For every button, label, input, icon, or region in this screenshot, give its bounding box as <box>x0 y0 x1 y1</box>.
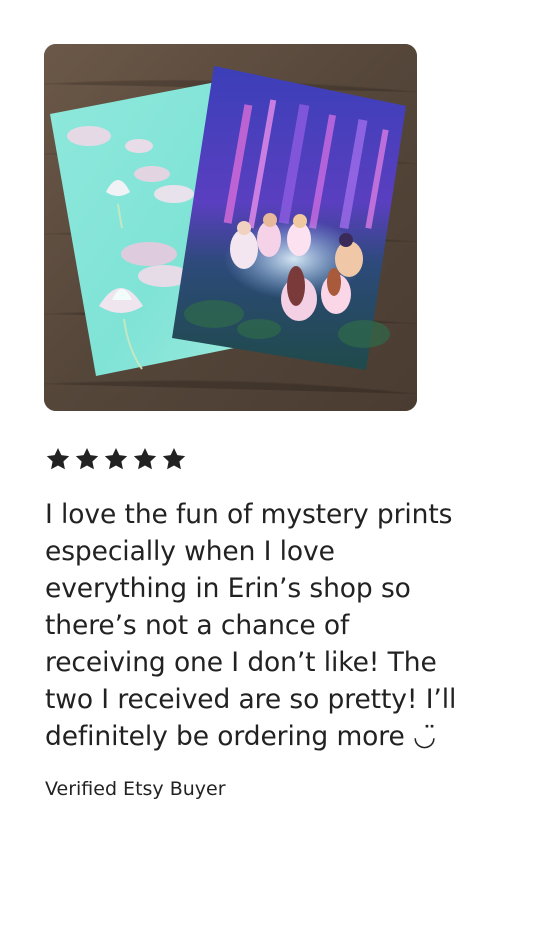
review-line: there’s not a chance of <box>45 610 350 641</box>
star-icon <box>161 446 187 472</box>
rating-stars <box>45 446 187 472</box>
review-author: Verified Etsy Buyer <box>45 778 226 800</box>
review-line: especially when I love <box>45 536 335 567</box>
star-icon <box>103 446 129 472</box>
review-photo <box>44 44 417 411</box>
review-line: definitely be ordering more ◡̈ <box>45 721 437 752</box>
star-icon <box>45 446 71 472</box>
review-line: two I received are so pretty! I’ll <box>45 684 457 715</box>
star-icon <box>74 446 100 472</box>
review-line: I love the fun of mystery prints <box>45 499 453 530</box>
review-line: receiving one I don’t like! The <box>45 647 437 678</box>
review-line: everything in Erin’s shop so <box>45 573 411 604</box>
review-text: I love the fun of mystery prints especia… <box>45 496 505 755</box>
star-icon <box>132 446 158 472</box>
